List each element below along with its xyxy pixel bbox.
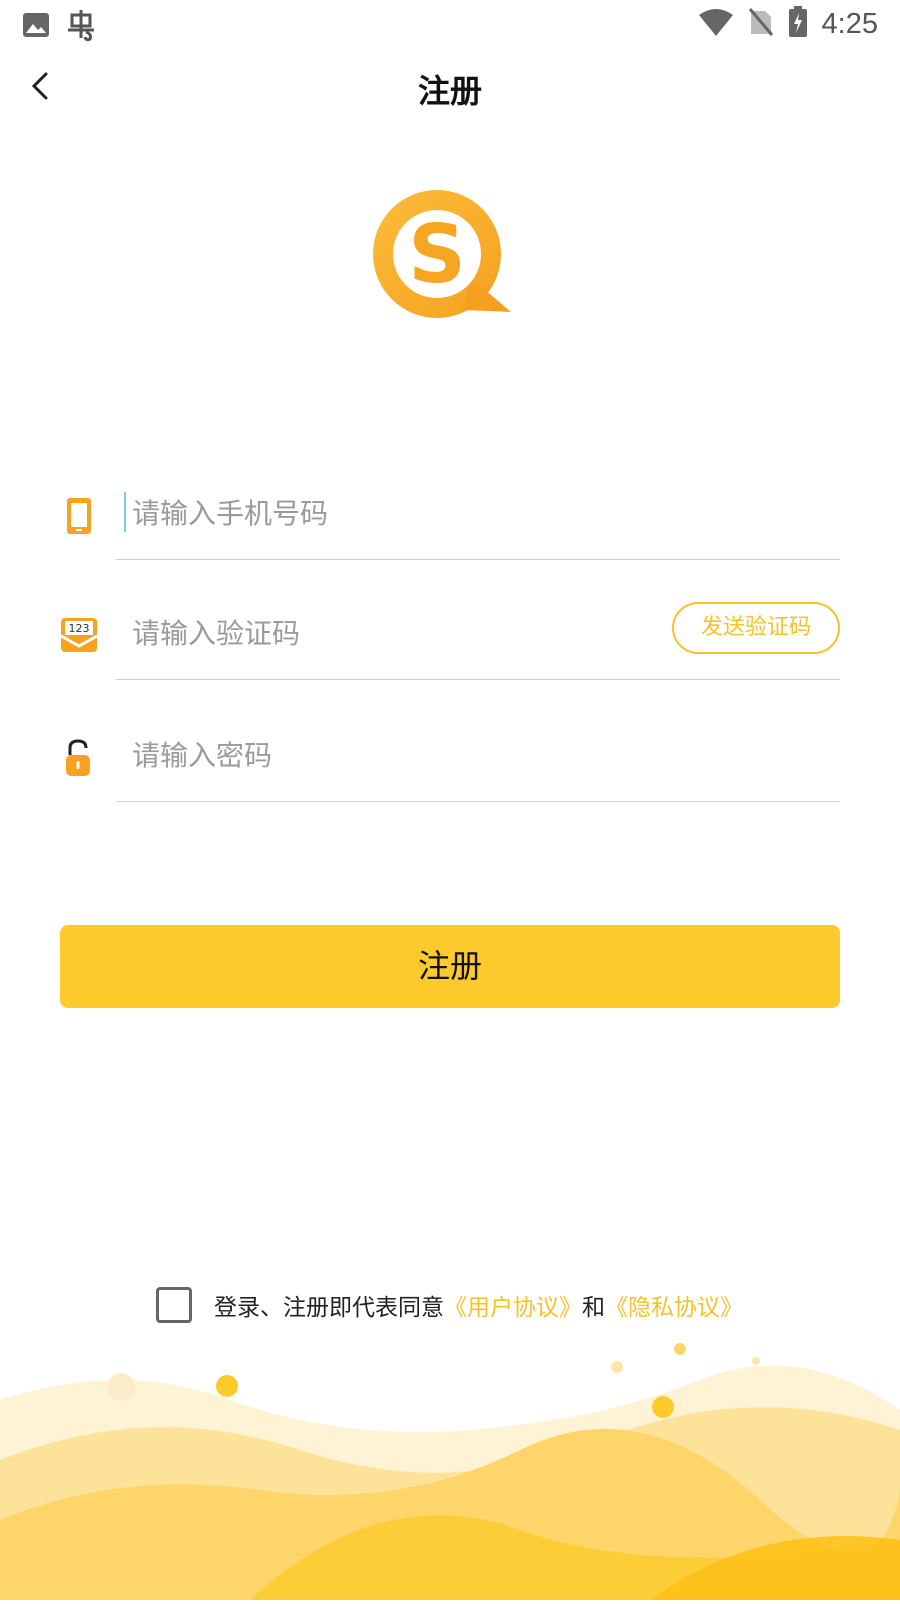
bug-icon	[64, 8, 98, 46]
svg-text:S: S	[408, 208, 466, 301]
phone-underline	[116, 558, 840, 560]
password-input[interactable]	[124, 730, 672, 780]
app-bar: 注册	[0, 50, 900, 126]
decorative-waves	[0, 1340, 900, 1600]
agreement-and: 和	[582, 1295, 605, 1321]
message-123-icon: 123	[60, 616, 100, 656]
agreement-checkbox[interactable]	[156, 1287, 192, 1323]
image-icon	[22, 11, 50, 43]
user-agreement-link[interactable]: 《用户协议》	[444, 1288, 582, 1322]
phone-icon	[60, 496, 100, 536]
password-underline	[116, 800, 840, 802]
status-time: 4:25	[821, 7, 878, 40]
lock-icon	[60, 738, 100, 778]
code-input[interactable]	[124, 608, 672, 658]
agreement-prefix: 登录、注册即代表同意	[214, 1295, 444, 1321]
send-code-button[interactable]: 发送验证码	[672, 602, 840, 654]
agreement-row: 登录、注册即代表同意 《用户协议》 和 《隐私协议》	[156, 1285, 743, 1325]
app-logo: S	[371, 190, 521, 330]
code-field: 123 发送验证码	[60, 590, 840, 680]
status-bar: 4:25	[0, 0, 900, 50]
svg-text:123: 123	[69, 622, 90, 635]
phone-input[interactable]	[124, 488, 672, 538]
password-field	[60, 712, 840, 802]
wifi-icon	[698, 7, 734, 41]
privacy-agreement-link[interactable]: 《隐私协议》	[605, 1288, 743, 1322]
battery-charging-icon	[788, 6, 808, 42]
phone-field	[60, 470, 840, 560]
register-button[interactable]: 注册	[60, 925, 840, 1008]
page-title: 注册	[417, 72, 482, 110]
code-underline	[116, 678, 840, 680]
no-sim-icon	[748, 7, 774, 41]
